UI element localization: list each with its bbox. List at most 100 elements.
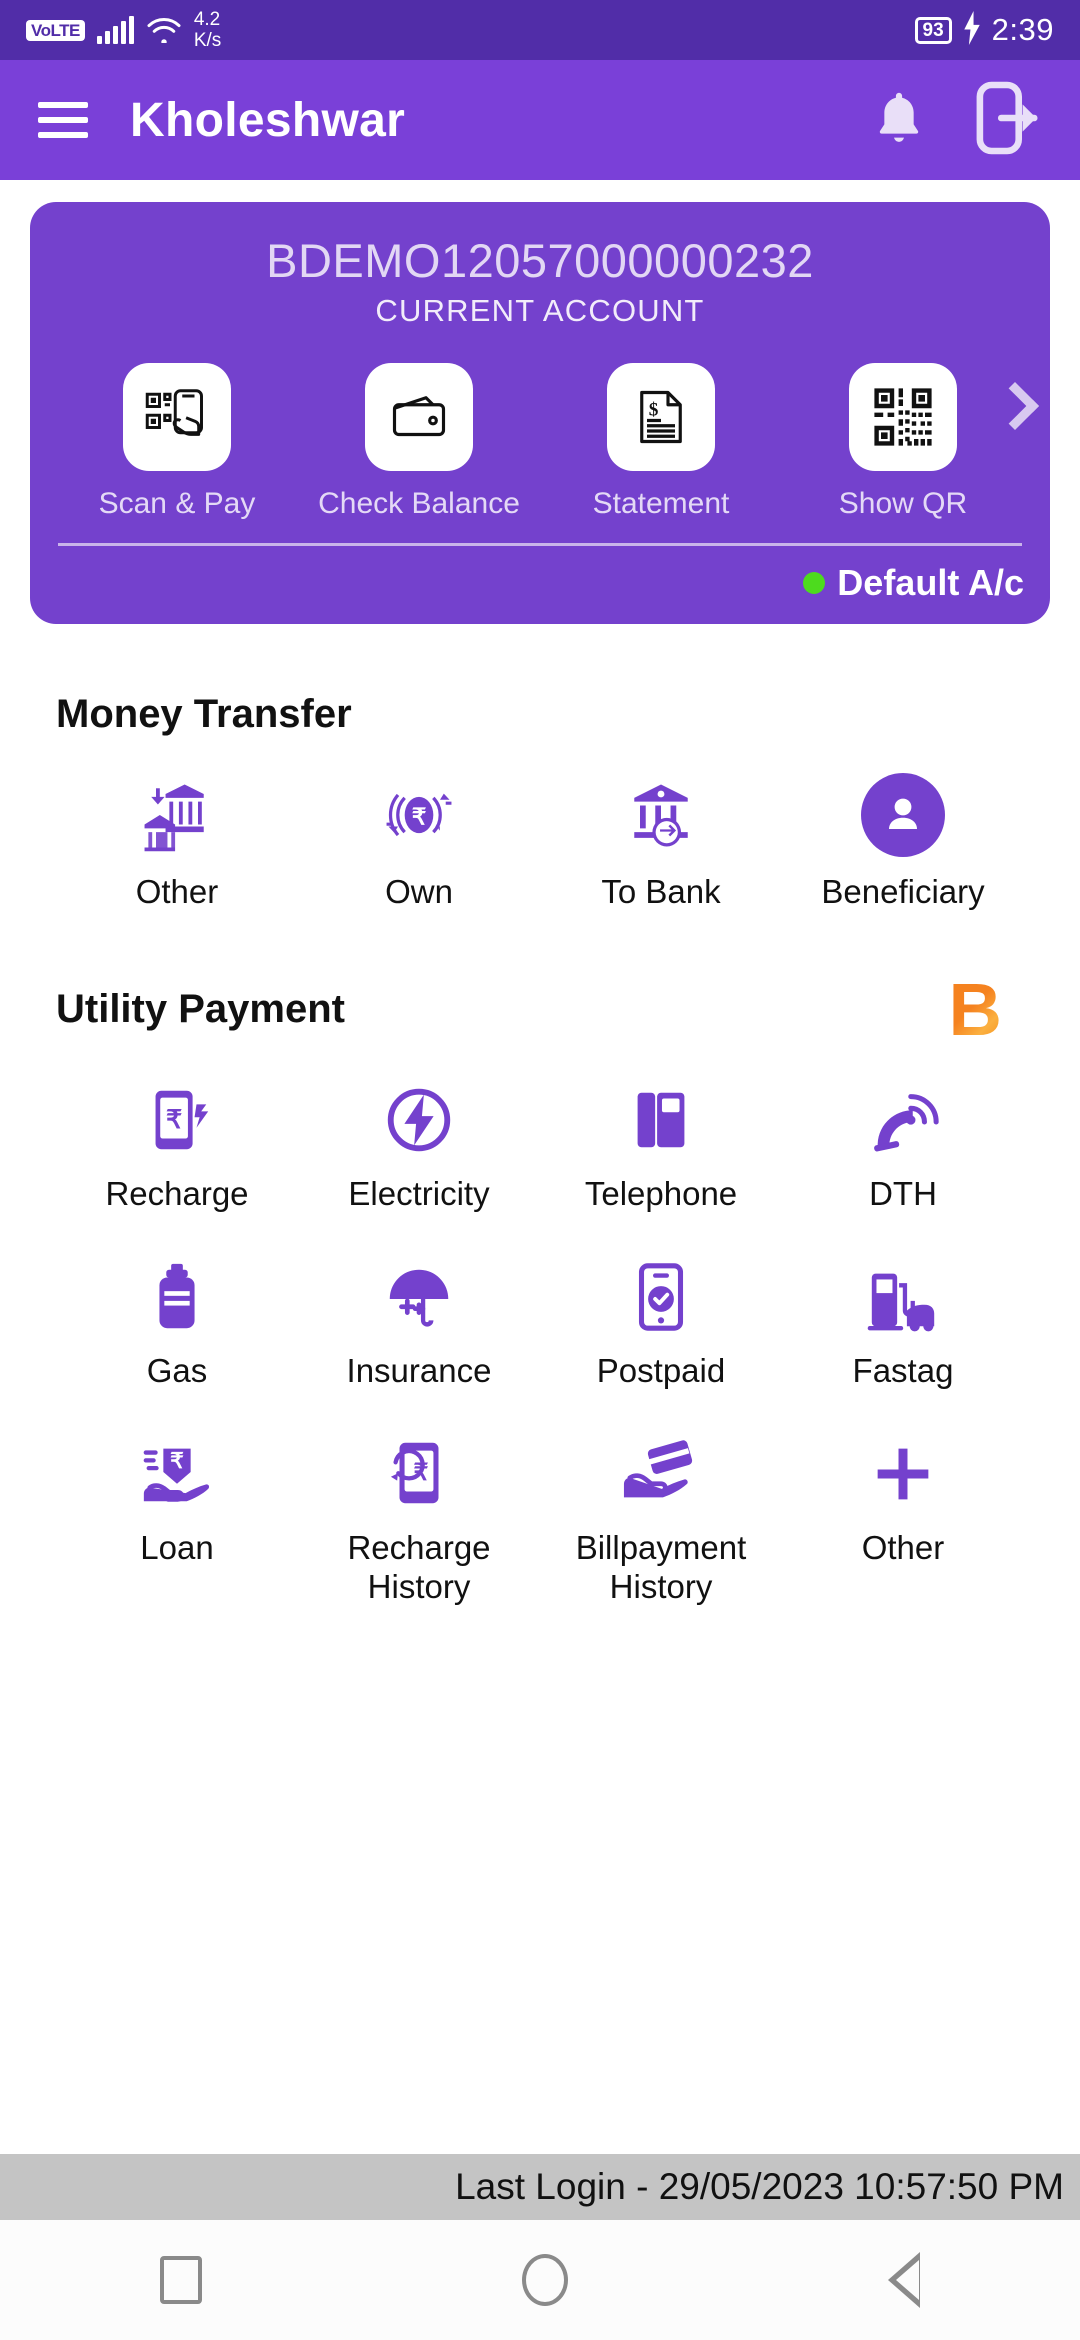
gas-cylinder-icon (138, 1250, 216, 1336)
network-speed: 4.2 K/s (193, 9, 222, 51)
tile-fastag[interactable]: Fastag (782, 1250, 1024, 1391)
quick-actions-row: Scan & Pay Check Balance $ Statement Sho… (56, 363, 1040, 521)
status-bar-left: VoLTE 4.2 K/s (26, 9, 221, 51)
tile-label: Telephone (584, 1175, 738, 1213)
square-recents-icon[interactable] (160, 2256, 202, 2304)
tile-label: Insurance (346, 1352, 492, 1390)
tile-insurance[interactable]: Insurance (298, 1250, 540, 1391)
mobile-history-icon: ₹ (380, 1427, 458, 1513)
account-card[interactable]: BDEMO12057000000232 CURRENT ACCOUNT Scan… (30, 202, 1050, 625)
tile-gas[interactable]: Gas (56, 1250, 298, 1391)
quick-action-label: Show QR (838, 487, 968, 521)
clock: 2:39 (991, 12, 1054, 47)
quick-action-label: Scan & Pay (98, 487, 256, 521)
tile-label: Own (385, 873, 453, 911)
volte-icon: VoLTE (26, 19, 85, 41)
tile-label: DTH (869, 1175, 937, 1213)
tile-other-transfer[interactable]: Other (56, 771, 298, 912)
card-divider (58, 543, 1022, 547)
tile-label: Other (861, 1529, 945, 1567)
utility-payment-section: Utility Payment B ₹ Recharge Electricity… (0, 968, 1080, 1607)
tile-beneficiary[interactable]: Beneficiary (782, 771, 1024, 912)
account-type: CURRENT ACCOUNT (375, 293, 705, 329)
svg-text:₹: ₹ (166, 1106, 182, 1134)
notification-bell-icon[interactable] (872, 87, 926, 154)
quick-action-statement[interactable]: $ Statement (540, 363, 782, 521)
last-login-bar: Last Login - 29/05/2023 10:57:50 PM (0, 2154, 1080, 2220)
tile-own-transfer[interactable]: ₹ Own (298, 771, 540, 912)
signal-strength-icon (96, 16, 134, 44)
section-title: Utility Payment (56, 987, 345, 1032)
charging-bolt-icon (962, 10, 982, 50)
mobile-rupee-icon: ₹ (138, 1073, 216, 1159)
app-bar: Kholeshwar (0, 60, 1080, 180)
utility-payment-grid: ₹ Recharge Electricity Telephone DTH Gas… (56, 1073, 1024, 1607)
tile-label: Fastag (852, 1352, 954, 1390)
lightning-bolt-icon (380, 1073, 458, 1159)
default-account-label: Default A/c (837, 562, 1024, 604)
hand-rupee-icon: ₹ (138, 1427, 216, 1513)
mobile-checkmark-icon (622, 1250, 700, 1336)
page-content: BDEMO12057000000232 CURRENT ACCOUNT Scan… (0, 202, 1080, 1608)
tile-to-bank[interactable]: To Bank (540, 771, 782, 912)
wifi-icon (146, 13, 182, 48)
circle-home-icon[interactable] (522, 2254, 568, 2306)
satellite-dish-icon (864, 1073, 942, 1159)
utility-payment-header: Utility Payment B (56, 968, 1024, 1052)
status-bar: VoLTE 4.2 K/s 93 2:39 (0, 0, 1080, 60)
quick-action-show-qr[interactable]: Show QR (782, 363, 1024, 521)
rupee-exchange-icon: ₹ (377, 771, 461, 857)
wallet-icon (365, 363, 473, 472)
svg-text:₹: ₹ (170, 1449, 184, 1473)
fuel-pump-car-icon (864, 1250, 942, 1336)
android-navigation-bar (0, 2220, 1080, 2340)
money-transfer-grid: Other ₹ Own To Bank Beneficiary (56, 771, 1024, 912)
status-badge (803, 572, 826, 595)
money-transfer-header: Money Transfer (56, 692, 1024, 737)
plus-icon (864, 1427, 942, 1513)
money-transfer-section: Money Transfer Other ₹ Own To Bank Benef… (0, 692, 1080, 912)
last-login-text: Last Login - 29/05/2023 10:57:50 PM (455, 2166, 1064, 2207)
triangle-back-icon[interactable] (888, 2252, 920, 2308)
bank-transfer-icon (619, 771, 703, 857)
tile-other-utility[interactable]: Other (782, 1427, 1024, 1607)
tile-billpayment-history[interactable]: Billpayment History (540, 1427, 782, 1607)
quick-action-label: Check Balance (318, 487, 520, 521)
battery-percentage: 93 (914, 16, 952, 44)
default-account-row: Default A/c (56, 562, 1024, 604)
tile-label: Recharge History (347, 1529, 491, 1606)
tile-label: Recharge (105, 1175, 249, 1213)
tile-recharge[interactable]: ₹ Recharge (56, 1073, 298, 1214)
svg-text:$: $ (649, 400, 659, 421)
svg-text:₹: ₹ (412, 804, 427, 830)
bbps-logo: B (948, 968, 1002, 1052)
logout-icon[interactable] (976, 81, 1042, 160)
tile-label: Gas (146, 1352, 208, 1390)
hand-card-icon (622, 1427, 700, 1513)
page-title: Kholeshwar (130, 93, 406, 147)
tile-recharge-history[interactable]: ₹ Recharge History (298, 1427, 540, 1607)
qr-code-icon (849, 363, 957, 472)
tile-dth[interactable]: DTH (782, 1073, 1024, 1214)
tile-label: Billpayment History (575, 1529, 747, 1606)
quick-action-scan-and-pay[interactable]: Scan & Pay (56, 363, 298, 521)
umbrella-icon (380, 1250, 458, 1336)
telephone-book-icon (622, 1073, 700, 1159)
tile-loan[interactable]: ₹ Loan (56, 1427, 298, 1607)
bank-to-home-icon (135, 771, 219, 857)
quick-action-label: Statement (592, 487, 730, 521)
document-dollar-icon: $ (607, 363, 715, 472)
quick-action-check-balance[interactable]: Check Balance (298, 363, 540, 521)
tile-label: Beneficiary (821, 873, 985, 911)
status-bar-right: 93 2:39 (914, 10, 1054, 50)
tile-label: Loan (140, 1529, 214, 1567)
hamburger-menu-icon[interactable] (38, 102, 88, 138)
tile-postpaid[interactable]: Postpaid (540, 1250, 782, 1391)
tile-electricity[interactable]: Electricity (298, 1073, 540, 1214)
tile-telephone[interactable]: Telephone (540, 1073, 782, 1214)
tile-label: Postpaid (596, 1352, 726, 1390)
scan-qr-hand-icon (123, 363, 231, 472)
tile-label: Electricity (348, 1175, 490, 1213)
tile-label: To Bank (601, 873, 721, 911)
section-title: Money Transfer (56, 692, 352, 737)
